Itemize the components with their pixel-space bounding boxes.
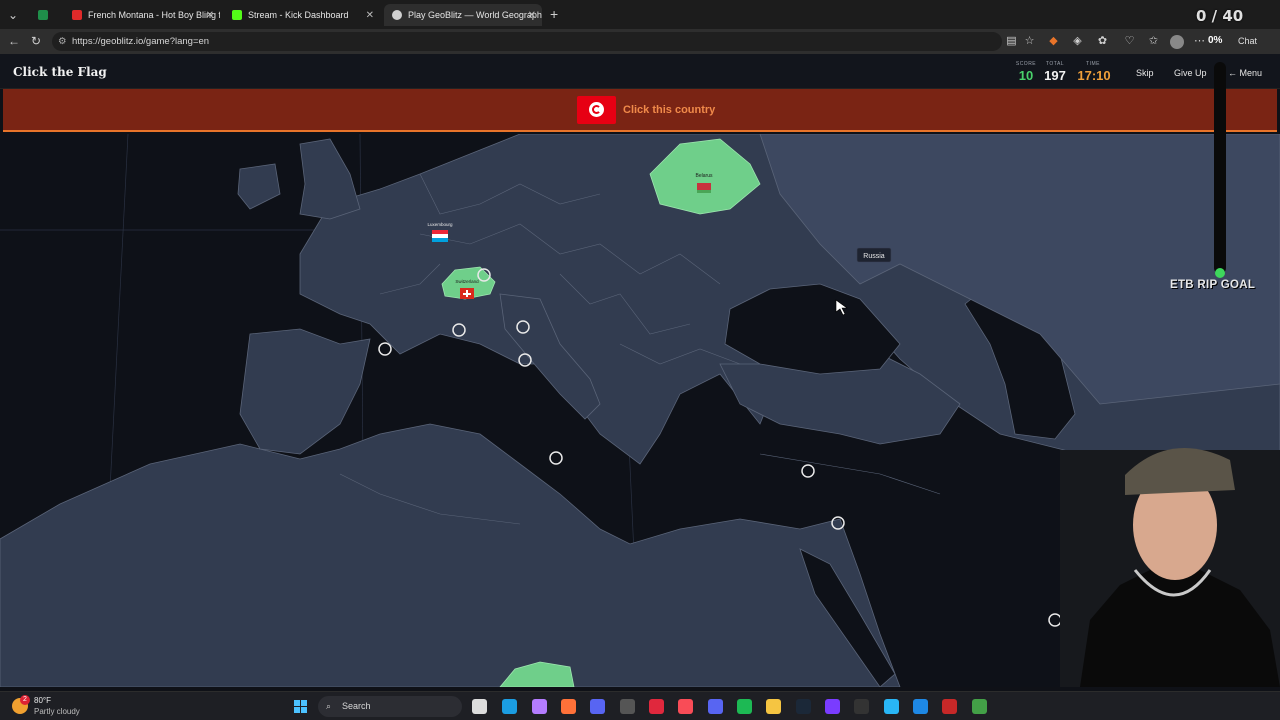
belarus-label: Belarus xyxy=(696,173,713,179)
reader-icon[interactable]: ▤ xyxy=(1005,35,1018,48)
favorite-star-icon[interactable]: ☆ xyxy=(1023,35,1036,48)
youtube-icon xyxy=(72,10,82,20)
close-icon[interactable]: ✕ xyxy=(206,10,214,21)
game-header: Click the Flag SCORE 10 TOTAL 197 TIME 1… xyxy=(0,54,1280,89)
goal-label: ETB RIP GOAL xyxy=(1170,279,1256,291)
tab-youtube[interactable]: French Montana - Hot Boy Bling ft ✕ xyxy=(64,4,220,26)
taskbar-search[interactable]: ⌕ Search xyxy=(318,696,462,717)
more-options-icon[interactable]: ⋯ xyxy=(1193,35,1206,48)
total-value: 197 xyxy=(1044,68,1066,83)
close-icon[interactable]: ✕ xyxy=(528,10,536,21)
extension-fox-icon[interactable]: ◆ xyxy=(1047,35,1060,48)
skip-button[interactable]: Skip xyxy=(1130,64,1160,82)
geoblitz-icon xyxy=(392,10,402,20)
stream-percent: 0% xyxy=(1208,35,1223,46)
app-cyan-icon[interactable] xyxy=(884,699,899,714)
spotify-icon[interactable] xyxy=(737,699,752,714)
app-icon[interactable] xyxy=(590,699,605,714)
time-label: TIME xyxy=(1086,61,1100,67)
discord-icon[interactable] xyxy=(708,699,723,714)
weather-description[interactable]: Partly cloudy xyxy=(34,707,80,716)
search-icon: ⌕ xyxy=(326,701,332,711)
reload-icon[interactable]: ↻ xyxy=(31,34,41,48)
back-icon[interactable]: ← xyxy=(8,34,20,48)
prompt-text: Click this country xyxy=(623,104,716,116)
chat-button[interactable]: Chat xyxy=(1238,36,1257,46)
extensions-puzzle-icon[interactable]: ✿ xyxy=(1096,35,1109,48)
steam-icon[interactable] xyxy=(796,699,811,714)
url-field[interactable]: ⚙ https://geoblitz.io/game?lang=en xyxy=(52,32,1002,51)
app-purple-icon[interactable] xyxy=(825,699,840,714)
browser-tab-bar: ⌄ French Montana - Hot Boy Bling ft ✕ St… xyxy=(0,0,1280,29)
stream-counter: 0 / 40 xyxy=(1196,7,1244,25)
crescent-icon xyxy=(592,105,601,114)
site-info-icon[interactable]: ⚙ xyxy=(58,32,67,51)
goal-progress-bar xyxy=(1214,62,1226,274)
time-value: 17:10 xyxy=(1077,68,1111,83)
windows-taskbar: 2 80°F Partly cloudy ⌕ Search xyxy=(0,691,1280,720)
luxembourg-flag-blue xyxy=(432,238,448,242)
swiss-cross-h xyxy=(463,293,471,295)
browser-essentials-icon[interactable]: ♡ xyxy=(1123,35,1136,48)
app-green-icon[interactable] xyxy=(972,699,987,714)
weather-temperature[interactable]: 80°F xyxy=(34,696,51,705)
search-label: Search xyxy=(342,701,371,711)
tooltip-text: Russia xyxy=(863,253,885,260)
webcam-overlay xyxy=(1060,448,1280,687)
tab-geoblitz[interactable]: Play GeoBlitz — World Geography ✕ xyxy=(384,4,542,26)
itunes-icon[interactable] xyxy=(678,699,693,714)
extension-icon[interactable]: ◈ xyxy=(1071,35,1084,48)
luxembourg-label: Luxembourg xyxy=(427,222,453,227)
give-up-button[interactable]: Give Up xyxy=(1168,64,1213,82)
app-dark-icon[interactable] xyxy=(854,699,869,714)
address-toolbar: ← ↻ ⚙ https://geoblitz.io/game?lang=en xyxy=(0,29,1280,54)
windows-start-icon[interactable] xyxy=(294,700,308,714)
close-icon[interactable]: ✕ xyxy=(366,10,374,21)
prompt-banner: Click this country xyxy=(3,89,1277,132)
kick-icon xyxy=(232,10,242,20)
total-label: TOTAL xyxy=(1045,61,1065,67)
app-red-icon[interactable] xyxy=(649,699,664,714)
weather-badge: 2 xyxy=(20,695,30,705)
menu-button[interactable]: ← Menu xyxy=(1222,64,1268,82)
spreadsheet-icon xyxy=(38,10,48,20)
obs-icon[interactable] xyxy=(620,699,635,714)
switzerland-label: Switzerland xyxy=(455,279,479,284)
goal-progress-dot xyxy=(1215,268,1225,278)
belarus-flag-stripe xyxy=(697,190,711,193)
target-flag xyxy=(577,96,616,124)
tab-kick-dashboard[interactable]: Stream - Kick Dashboard ✕ xyxy=(224,4,380,26)
tab-label: French Montana - Hot Boy Bling ft xyxy=(88,10,220,20)
valorant-icon[interactable] xyxy=(942,699,957,714)
favorites-icon[interactable]: ✩ xyxy=(1147,35,1160,48)
profile-avatar[interactable] xyxy=(1170,35,1184,49)
tab-spreadsheet[interactable] xyxy=(30,4,62,26)
tab-label: Play GeoBlitz — World Geography xyxy=(408,10,542,20)
new-tab-icon[interactable]: + xyxy=(550,7,558,21)
task-view-icon[interactable] xyxy=(472,699,487,714)
tab-label: Stream - Kick Dashboard xyxy=(248,10,349,20)
edge-icon[interactable] xyxy=(502,699,517,714)
luxembourg-flag xyxy=(432,230,448,234)
copilot-icon[interactable] xyxy=(532,699,547,714)
tunisia-flag-emblem xyxy=(589,102,604,117)
file-explorer-icon[interactable] xyxy=(766,699,781,714)
tab-list-icon[interactable]: ⌄ xyxy=(8,8,18,22)
url-text: https://geoblitz.io/game?lang=en xyxy=(72,36,210,47)
fx-icon[interactable] xyxy=(913,699,928,714)
game-title: Click the Flag xyxy=(13,65,107,79)
luxembourg-flag-white xyxy=(432,234,448,238)
firefox-icon[interactable] xyxy=(561,699,576,714)
